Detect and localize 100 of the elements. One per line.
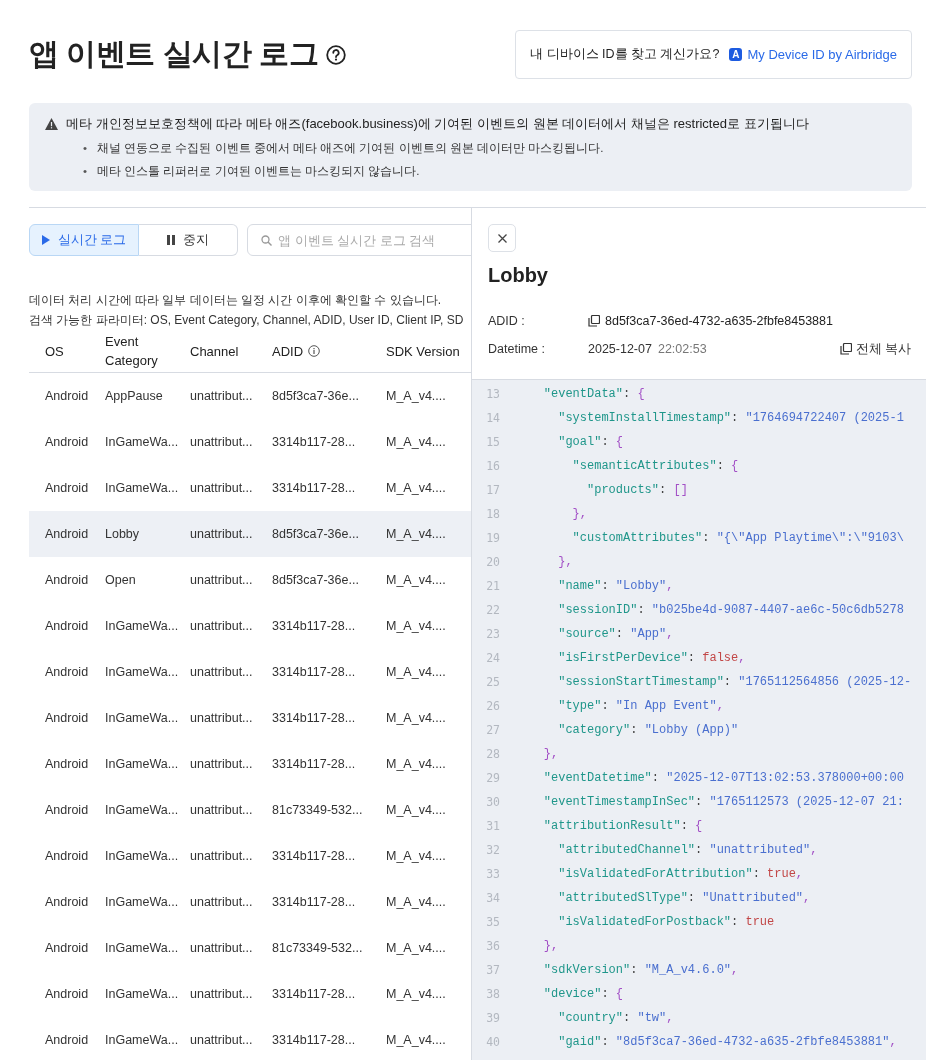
table-row[interactable]: Android InGameWa... unattribut... 3314b117-28... M_A_v4....	[29, 833, 471, 879]
table-cell: M_A_v4....	[386, 711, 446, 725]
table-cell: unattribut...	[190, 941, 253, 955]
code-line: "sessionStartTimestamp": "1765112564856 (2025-12-	[557, 675, 912, 689]
table-row[interactable]: Android InGameWa... unattribut... 3314b117-28... M_A_v4....	[29, 1017, 471, 1060]
table-cell: Android	[45, 665, 89, 679]
table-cell: M_A_v4....	[386, 481, 446, 495]
table-cell: M_A_v4....	[386, 803, 446, 817]
table-row[interactable]: Android AppPause unattribut... 8d5f3ca7-36e... M_A_v4....	[29, 373, 471, 419]
table-cell: unattribut...	[190, 573, 253, 587]
device-id-question: 내 디바이스 ID를 찾고 계신가요?	[530, 46, 720, 63]
table-cell: 8d5f3ca7-36e...	[272, 527, 359, 541]
code-line: "sessionID": "b025be4d-9087-4407-ae6c-50c6db5278	[557, 603, 904, 617]
table-cell: M_A_v4....	[386, 849, 446, 863]
table-cell: InGameWa...	[105, 757, 179, 771]
code-line: "eventTimestampInSec": "1765112573 (2025-12-07 21:	[542, 795, 904, 809]
table-cell: 81c73349-532...	[272, 803, 363, 817]
line-number: 33	[485, 867, 500, 881]
bullet-mark: •	[83, 164, 88, 179]
table-cell: InGameWa...	[105, 665, 179, 679]
info-text: 데이터 처리 시간에 따라 일부 데이터는 일정 시간 이후에 확인할 수 있습니다.	[29, 292, 442, 309]
line-number: 14	[485, 411, 500, 425]
code-line: "name": "Lobby",	[557, 579, 674, 593]
table-row[interactable]: Android InGameWa... unattribut... 3314b117-28... M_A_v4....	[29, 879, 471, 925]
line-number: 23	[485, 627, 500, 641]
line-number: 24	[485, 651, 500, 665]
mode-tab[interactable]: 중지	[139, 224, 238, 256]
table-row[interactable]: Android Lobby unattribut... 8d5f3ca7-36e... M_A_v4....	[29, 511, 471, 557]
table-cell: Android	[45, 757, 89, 771]
table-cell: AppPause	[105, 389, 163, 403]
table-row[interactable]: Android InGameWa... unattribut... 3314b117-28... M_A_v4....	[29, 603, 471, 649]
search-icon	[261, 235, 272, 246]
line-number: 28	[485, 747, 500, 761]
table-cell: unattribut...	[190, 987, 253, 1001]
column-header: ADID	[272, 342, 304, 361]
pause-icon	[167, 235, 175, 245]
table-cell: 3314b117-28...	[272, 665, 356, 679]
code-line: "type": "In App Event",	[557, 699, 724, 713]
table-cell: Lobby	[105, 527, 140, 541]
table-cell: 3314b117-28...	[272, 435, 356, 449]
device-id-link[interactable]: My Device ID by Airbridge	[747, 47, 897, 62]
help-icon[interactable]	[326, 44, 346, 65]
table-cell: M_A_v4....	[386, 435, 446, 449]
table-cell: unattribut...	[190, 481, 253, 495]
field-label: Datetime :	[488, 342, 546, 356]
table-cell: InGameWa...	[105, 711, 179, 725]
table-row[interactable]: Android InGameWa... unattribut... 3314b117-28... M_A_v4....	[29, 419, 471, 465]
table-row[interactable]: Android InGameWa... unattribut... 3314b117-28... M_A_v4....	[29, 695, 471, 741]
table-cell: 8d5f3ca7-36e...	[272, 389, 359, 403]
adid-value: 8d5f3ca7-36ed-4732-a635-2fbfe8453881	[605, 314, 833, 328]
time-value: 22:02:53	[657, 342, 707, 356]
table-cell: InGameWa...	[105, 481, 179, 495]
copy-icon	[839, 343, 852, 355]
mode-tab[interactable]: 실시간 로그	[29, 224, 139, 256]
table-row[interactable]: Android InGameWa... unattribut... 3314b117-28... M_A_v4....	[29, 649, 471, 695]
page-title: 앱 이벤트 실시간 로그	[29, 36, 318, 72]
table-cell: unattribut...	[190, 803, 253, 817]
code-line: "isFirstPerDevice": false,	[557, 651, 746, 665]
code-line: "attributedSlType": "Unattributed",	[557, 891, 811, 905]
search-field[interactable]: 앱 이벤트 실시간 로그 검색	[247, 224, 471, 256]
table-row[interactable]: Android InGameWa... unattribut... 81c73349-532... M_A_v4....	[29, 787, 471, 833]
table-cell: M_A_v4....	[386, 1033, 446, 1047]
table-row[interactable]: Android InGameWa... unattribut... 3314b117-28... M_A_v4....	[29, 971, 471, 1017]
table-cell: 81c73349-532...	[272, 941, 363, 955]
code-line: "goal": {	[557, 435, 624, 449]
table-cell: 3314b117-28...	[272, 757, 356, 771]
info-icon[interactable]	[308, 345, 321, 357]
table-cell: InGameWa...	[105, 987, 179, 1001]
line-number: 22	[485, 603, 500, 617]
column-header: SDK Version	[386, 342, 460, 361]
close-button[interactable]	[488, 224, 516, 252]
notice-bullet: 메타 인스톨 리퍼러로 기여된 이벤트는 마스킹되지 않습니다.	[97, 164, 420, 179]
copy-all-button[interactable]: 전체 복사	[839, 340, 911, 358]
table-row[interactable]: Android InGameWa... unattribut... 3314b117-28... M_A_v4....	[29, 741, 471, 787]
code-line: "isValidatedForPostback": true	[557, 915, 775, 929]
line-number: 18	[485, 507, 500, 521]
table-cell: 3314b117-28...	[272, 1033, 356, 1047]
table-cell: unattribut...	[190, 711, 253, 725]
table-row[interactable]: Android InGameWa... unattribut... 81c73349-532... M_A_v4....	[29, 925, 471, 971]
table-cell: Android	[45, 619, 89, 633]
table-cell: unattribut...	[190, 665, 253, 679]
field-label: ADID :	[488, 314, 526, 328]
table-cell: InGameWa...	[105, 1033, 179, 1047]
close-icon	[497, 233, 507, 243]
table-row[interactable]: Android Open unattribut... 8d5f3ca7-36e... M_A_v4....	[29, 557, 471, 603]
code-line: },	[542, 747, 559, 761]
table-row[interactable]: Android InGameWa... unattribut... 3314b117-28... M_A_v4....	[29, 465, 471, 511]
line-number: 26	[485, 699, 500, 713]
code-line: "semanticAttributes": {	[571, 459, 739, 473]
table-cell: unattribut...	[190, 527, 253, 541]
info-text: 검색 가능한 파라미터: OS, Event Category, Channel, ADID, User ID, Client IP, SD	[29, 312, 465, 329]
notice-title: 메타 개인정보보호정책에 따라 메타 애즈(facebook.business)에 기여된 이벤트의 원본 데이터에서 채널은 restricted로 표기됩니다	[66, 115, 809, 133]
code-line: "device": {	[542, 987, 624, 1001]
line-number: 13	[485, 387, 500, 401]
table-cell: M_A_v4....	[386, 757, 446, 771]
notice-bullet: 채널 연동으로 수집된 이벤트 중에서 메타 애즈에 기여된 이벤트의 원본 데이터만 마스킹됩니다.	[97, 141, 604, 156]
column-header: OS	[45, 342, 64, 361]
line-number: 39	[485, 1011, 500, 1025]
table-cell: Android	[45, 389, 89, 403]
table-cell: InGameWa...	[105, 619, 179, 633]
